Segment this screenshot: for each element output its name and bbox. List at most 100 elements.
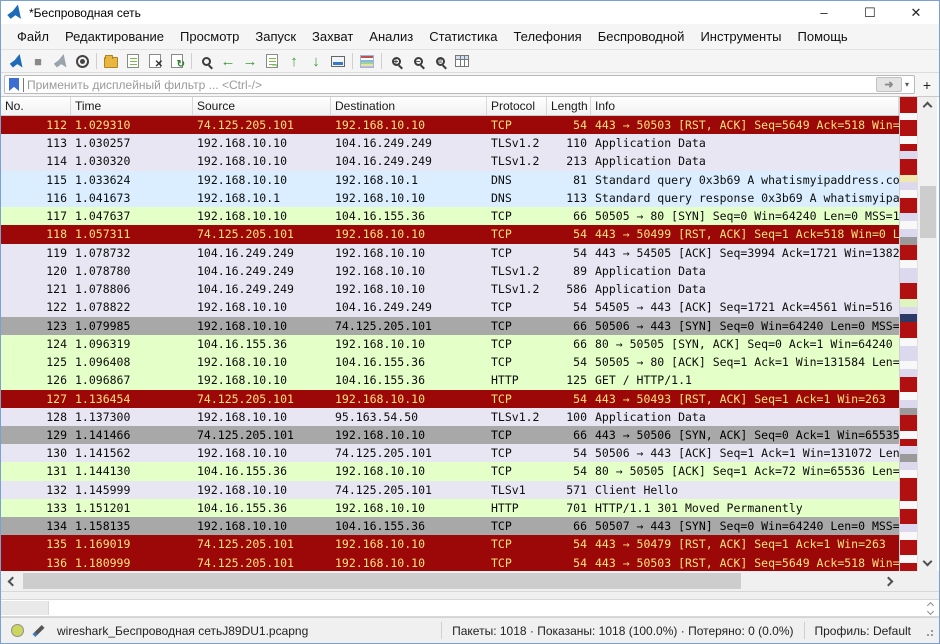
packet-row[interactable]: 1151.033624192.168.10.10192.168.10.1DNS8… [1,171,899,189]
column-header-source[interactable]: Source [193,97,331,115]
vertical-scroll-thumb[interactable] [920,186,936,238]
go-forward-icon[interactable]: → [239,51,261,71]
packet-row[interactable]: 1231.079985192.168.10.1074.125.205.101TC… [1,317,899,335]
packet-row[interactable]: 1221.078822192.168.10.10104.16.249.249TC… [1,298,899,316]
column-header-info[interactable]: Info [591,97,899,115]
go-first-icon[interactable]: ↑ [283,51,305,71]
horizontal-scrollbar-row [1,571,939,591]
packet-row[interactable]: 1301.141562192.168.10.1074.125.205.101TC… [1,444,899,462]
maximize-button[interactable]: ☐ [847,1,893,24]
vertical-scrollbar[interactable] [917,97,937,571]
horizontal-scroll-thumb[interactable] [23,573,741,589]
display-filter-input[interactable]: Применить дисплейный фильтр ... <Ctrl-/>… [4,75,915,94]
start-capture-fin-icon[interactable] [5,51,27,71]
menu-item-5[interactable]: Захват [304,26,361,47]
packet-row[interactable]: 1341.158135192.168.10.10104.16.155.36TCP… [1,517,899,535]
packet-row[interactable]: 1361.18099974.125.205.101192.168.10.10TC… [1,554,899,571]
pane-splitter-icon[interactable] [928,603,933,614]
scroll-right-icon[interactable] [881,578,899,585]
column-header-length[interactable]: Length [547,97,591,115]
menu-item-3[interactable]: Просмотр [172,26,247,47]
packet-row[interactable]: 1311.144130104.16.155.36192.168.10.10TCP… [1,462,899,480]
scroll-down-icon[interactable] [923,557,933,567]
save-file-icon[interactable] [122,51,144,71]
pane-gap [1,591,939,599]
horizontal-scroll-track[interactable] [19,571,881,591]
expert-info-icon[interactable] [11,624,24,637]
packet-row[interactable]: 1161.041673192.168.10.1192.168.10.10DNS1… [1,189,899,207]
title-bar: *Беспроводная сеть – ☐ ✕ [1,1,939,24]
toolbar-separator [96,53,97,69]
menu-item-10[interactable]: Инструменты [692,26,789,47]
zoom-original-icon[interactable]: = [429,51,451,71]
go-to-packet-icon[interactable]: → [261,51,283,71]
packet-row[interactable]: 1141.030320192.168.10.10104.16.249.249TL… [1,152,899,170]
go-last-icon[interactable]: ↓ [305,51,327,71]
packet-row[interactable]: 1211.078806104.16.249.249192.168.10.10TL… [1,280,899,298]
capture-options-icon[interactable] [71,51,93,71]
packet-row[interactable]: 1251.096408192.168.10.10104.16.155.36TCP… [1,353,899,371]
reload-file-icon[interactable]: ↻ [166,51,188,71]
menu-item-4[interactable]: Запуск [247,26,304,47]
menu-item-9[interactable]: Беспроводной [590,26,693,47]
packet-row[interactable]: 1281.137300192.168.10.1095.163.54.50TLSv… [1,408,899,426]
packet-rows: 1121.02931074.125.205.101192.168.10.10TC… [1,116,899,571]
add-filter-button[interactable]: + [918,77,936,93]
packet-row[interactable]: 1271.13645474.125.205.101192.168.10.10TC… [1,390,899,408]
packet-row[interactable]: 1131.030257192.168.10.10104.16.249.249TL… [1,134,899,152]
open-file-icon[interactable] [100,51,122,71]
packet-list-pane: No.TimeSourceDestinationProtocolLengthIn… [1,96,939,571]
column-header-protocol[interactable]: Protocol [487,97,547,115]
packet-row[interactable]: 1201.078780104.16.249.249192.168.10.10TL… [1,262,899,280]
scroll-left-icon[interactable] [1,578,19,585]
packet-row[interactable]: 1321.145999192.168.10.1074.125.205.101TL… [1,481,899,499]
window-title: *Беспроводная сеть [29,6,141,20]
menu-item-1[interactable]: Файл [9,26,57,47]
wireshark-logo-icon [7,5,23,21]
menu-bar: ФайлРедактированиеПросмотрЗапускЗахватАн… [1,24,939,49]
menu-item-7[interactable]: Статистика [421,26,505,47]
packet-row[interactable]: 1241.096319104.16.155.36192.168.10.10TCP… [1,335,899,353]
capture-filename: wireshark_Беспроводная сетьJ89DU1.pcapng [57,624,308,638]
zoom-in-icon[interactable]: + [385,51,407,71]
filter-bar: Применить дисплейный фильтр ... <Ctrl-/>… [1,73,939,96]
resize-columns-icon[interactable] [451,51,473,71]
packet-row[interactable]: 1261.096867192.168.10.10104.16.155.36HTT… [1,371,899,389]
packet-row[interactable]: 1351.16901974.125.205.101192.168.10.10TC… [1,535,899,553]
horizontal-scrollbar[interactable] [1,571,899,591]
filter-bookmark-icon[interactable] [9,78,19,91]
menu-item-2[interactable]: Редактирование [57,26,172,47]
packet-row[interactable]: 1171.047637192.168.10.10104.16.155.36TCP… [1,207,899,225]
stop-capture-icon[interactable]: ■ [27,51,49,71]
packet-row[interactable]: 1291.14146674.125.205.101192.168.10.10TC… [1,426,899,444]
resize-grip[interactable] [923,626,933,636]
apply-filter-button[interactable]: ➜ [876,77,902,92]
restart-capture-icon[interactable] [49,51,71,71]
toolbar-separator [381,53,382,69]
intelligent-scrollbar-minimap[interactable] [899,97,917,571]
packet-row[interactable]: 1121.02931074.125.205.101192.168.10.10TC… [1,116,899,134]
zoom-out-icon[interactable]: − [407,51,429,71]
menu-item-6[interactable]: Анализ [361,26,421,47]
menu-item-8[interactable]: Телефония [505,26,589,47]
packet-row[interactable]: 1191.078732104.16.249.249192.168.10.10TC… [1,244,899,262]
menu-item-11[interactable]: Помощь [790,26,856,47]
vertical-scroll-track[interactable] [918,110,937,558]
close-file-icon[interactable]: ✕ [144,51,166,71]
profile-label[interactable]: Профиль: Default [804,622,922,640]
find-packet-icon[interactable] [195,51,217,71]
column-header-destination[interactable]: Destination [331,97,487,115]
minimize-button[interactable]: – [801,1,847,24]
auto-scroll-icon[interactable] [327,51,349,71]
packet-row[interactable]: 1331.151201104.16.155.36192.168.10.10HTT… [1,499,899,517]
packet-row[interactable]: 1181.05731174.125.205.101192.168.10.10TC… [1,225,899,243]
packet-table-header: No.TimeSourceDestinationProtocolLengthIn… [1,97,899,116]
column-header-no[interactable]: No. [1,97,71,115]
column-header-time[interactable]: Time [71,97,193,115]
capture-comment-icon[interactable] [32,624,44,636]
close-button[interactable]: ✕ [893,1,939,24]
colorize-packets-icon[interactable] [356,51,378,71]
filter-dropdown-caret[interactable]: ▾ [902,80,912,89]
go-back-icon[interactable]: ← [217,51,239,71]
scrollbar-corner [899,571,939,591]
